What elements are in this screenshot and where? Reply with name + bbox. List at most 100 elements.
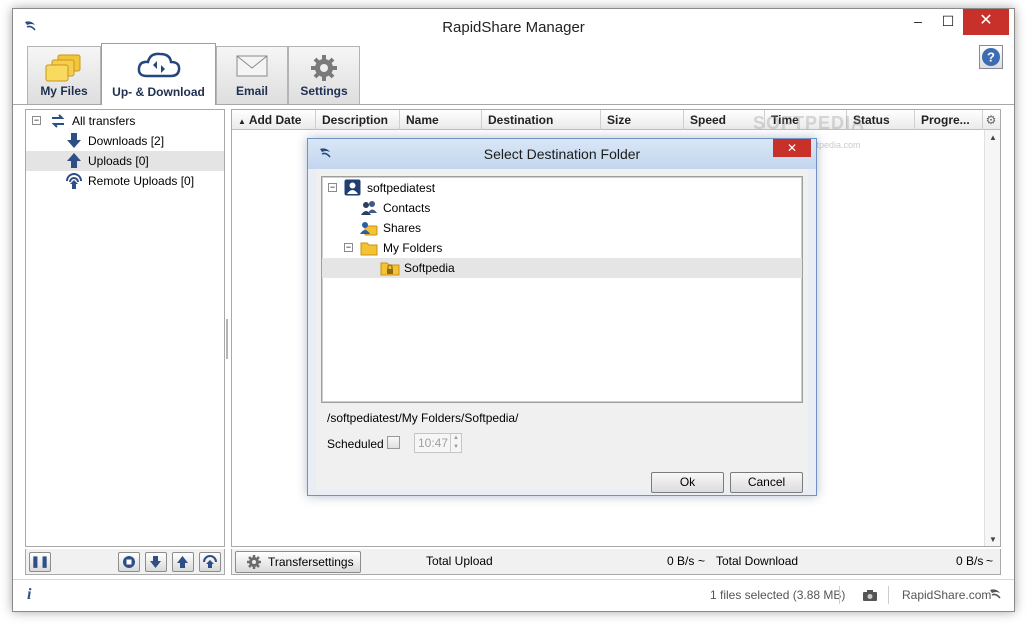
stop-button[interactable]	[118, 552, 140, 572]
locked-folder-icon	[380, 262, 400, 276]
add-upload-button[interactable]	[172, 552, 194, 572]
left-toolbar: ❚❚	[25, 549, 225, 575]
status-divider	[888, 586, 889, 604]
status-bar: i 1 files selected (3.88 MB) RapidShare.…	[13, 579, 1014, 611]
add-download-icon	[150, 556, 161, 568]
upload-arrow-icon	[67, 153, 81, 168]
upload-speed: 0 B/s	[667, 554, 695, 568]
selection-summary: 1 files selected (3.88 MB)	[710, 588, 846, 602]
app-window: RapidShare Manager – ☐ ✕ My Files Up- & …	[12, 8, 1015, 612]
column-header-destination[interactable]: Destination	[482, 110, 601, 130]
info-icon[interactable]: i	[27, 586, 31, 604]
cloud-sync-icon	[137, 52, 180, 78]
tree-item-downloads[interactable]: Downloads [2]	[26, 131, 224, 151]
help-label: ?	[987, 50, 995, 65]
maximize-button[interactable]: ☐	[933, 9, 963, 35]
pause-button[interactable]: ❚❚	[29, 552, 51, 572]
transfers-icon	[51, 114, 65, 128]
tab-settings[interactable]: Settings	[288, 46, 360, 104]
gear-icon	[247, 555, 261, 569]
dialog-title-bar: Select Destination Folder ✕	[308, 139, 816, 169]
shared-folder-icon	[360, 222, 378, 236]
scheduled-time-input[interactable]: 10:47 ▲ ▼	[414, 433, 462, 453]
column-header-add-date[interactable]: ▲ Add Date	[232, 110, 316, 130]
transfer-settings-button[interactable]: Transfersettings	[235, 551, 361, 573]
pause-icon: ❚❚	[30, 556, 50, 568]
folder-label: Contacts	[383, 201, 431, 215]
tab-my-files-label: My Files	[40, 84, 88, 98]
folder-label: Shares	[383, 221, 422, 235]
folder-label: My Folders	[383, 241, 443, 255]
folder-tree: − softpediatest Contacts Shares − My Fol…	[321, 176, 803, 403]
dialog-title: Select Destination Folder	[483, 146, 641, 162]
folder-icon	[360, 242, 378, 256]
column-header-progress[interactable]: Progre...	[915, 110, 983, 130]
scroll-down-arrow[interactable]: ▼	[985, 535, 1001, 544]
tree-item-remote-uploads[interactable]: Remote Uploads [0]	[26, 171, 224, 191]
add-download-button[interactable]	[145, 552, 167, 572]
scheduled-time-value: 10:47	[418, 436, 449, 450]
folder-item-my-folders[interactable]: − My Folders	[322, 238, 802, 258]
folder-label: Softpedia	[404, 261, 455, 275]
cancel-button[interactable]: Cancel	[730, 472, 803, 493]
time-spinner[interactable]: ▲ ▼	[450, 434, 461, 452]
table-scrollbar[interactable]: ▲ ▼	[984, 130, 1000, 546]
rapidshare-logo-icon	[990, 589, 1001, 599]
contacts-icon	[361, 201, 377, 215]
help-icon: ?	[982, 48, 1000, 66]
collapse-toggle[interactable]: −	[32, 116, 41, 125]
rapidshare-site-link[interactable]: RapidShare.com	[902, 588, 991, 602]
download-arrow-icon	[67, 133, 81, 148]
add-remote-upload-button[interactable]	[199, 552, 221, 572]
tree-item-label: Uploads [0]	[88, 154, 149, 168]
main-tab-bar: My Files Up- & Download Email Settings ?	[13, 43, 1014, 105]
scroll-up-arrow[interactable]: ▲	[985, 133, 1001, 142]
total-download-label: Total Download	[716, 554, 799, 568]
transfer-settings-label: Transfersettings	[268, 555, 354, 569]
tab-email[interactable]: Email	[216, 46, 288, 104]
status-divider	[839, 586, 840, 604]
watermark: SOFTPEDIA	[753, 113, 866, 133]
scheduled-checkbox[interactable]	[387, 436, 400, 449]
tree-item-all-transfers[interactable]: − All transfers	[26, 111, 224, 131]
remote-upload-icon	[203, 555, 217, 568]
download-speed: 0 B/s	[956, 554, 984, 568]
transfer-tree: − All transfers Downloads [2] Uploads [0…	[25, 109, 225, 547]
destination-path: /softpediatest/My Folders/Softpedia/	[327, 411, 519, 425]
tab-settings-label: Settings	[300, 84, 348, 98]
folder-item-shares[interactable]: Shares	[322, 218, 802, 238]
folder-item-root[interactable]: − softpediatest	[322, 178, 802, 198]
table-header: ▲ Add Date Description Name Destination …	[232, 110, 1000, 130]
envelope-icon	[236, 55, 268, 77]
tree-item-label: Downloads [2]	[88, 134, 165, 148]
scheduled-label: Scheduled	[327, 437, 384, 451]
tree-item-uploads[interactable]: Uploads [0]	[26, 151, 224, 171]
tab-my-files[interactable]: My Files	[27, 46, 101, 104]
upload-tilde: ~	[698, 554, 706, 568]
column-header-name[interactable]: Name	[400, 110, 482, 130]
panel-splitter[interactable]	[225, 319, 229, 359]
tab-email-label: Email	[235, 84, 268, 98]
add-upload-icon	[177, 556, 188, 568]
collapse-toggle[interactable]: −	[328, 183, 337, 192]
collapse-toggle[interactable]: −	[344, 243, 353, 252]
column-settings-icon[interactable]: ⚙	[982, 110, 1000, 130]
folder-item-contacts[interactable]: Contacts	[322, 198, 802, 218]
user-account-icon	[344, 179, 361, 196]
help-button[interactable]: ?	[979, 45, 1003, 69]
tree-item-label: Remote Uploads [0]	[88, 174, 195, 188]
column-header-size[interactable]: Size	[601, 110, 684, 130]
tree-item-label: All transfers	[72, 114, 136, 128]
column-header-description[interactable]: Description	[316, 110, 400, 130]
close-button[interactable]: ✕	[963, 9, 1009, 35]
folders-icon	[45, 54, 81, 82]
minimize-button[interactable]: –	[903, 9, 933, 35]
camera-icon[interactable]	[862, 588, 878, 602]
dialog-body: − softpediatest Contacts Shares − My Fol…	[316, 169, 808, 493]
ok-button[interactable]: Ok	[651, 472, 724, 493]
tab-up-download[interactable]: Up- & Download	[101, 43, 216, 105]
folder-item-softpedia[interactable]: Softpedia	[322, 258, 802, 278]
dialog-close-button[interactable]: ✕	[773, 139, 811, 157]
title-bar: RapidShare Manager – ☐ ✕	[13, 9, 1014, 43]
select-destination-dialog: Select Destination Folder ✕ − softpediat…	[307, 138, 817, 496]
